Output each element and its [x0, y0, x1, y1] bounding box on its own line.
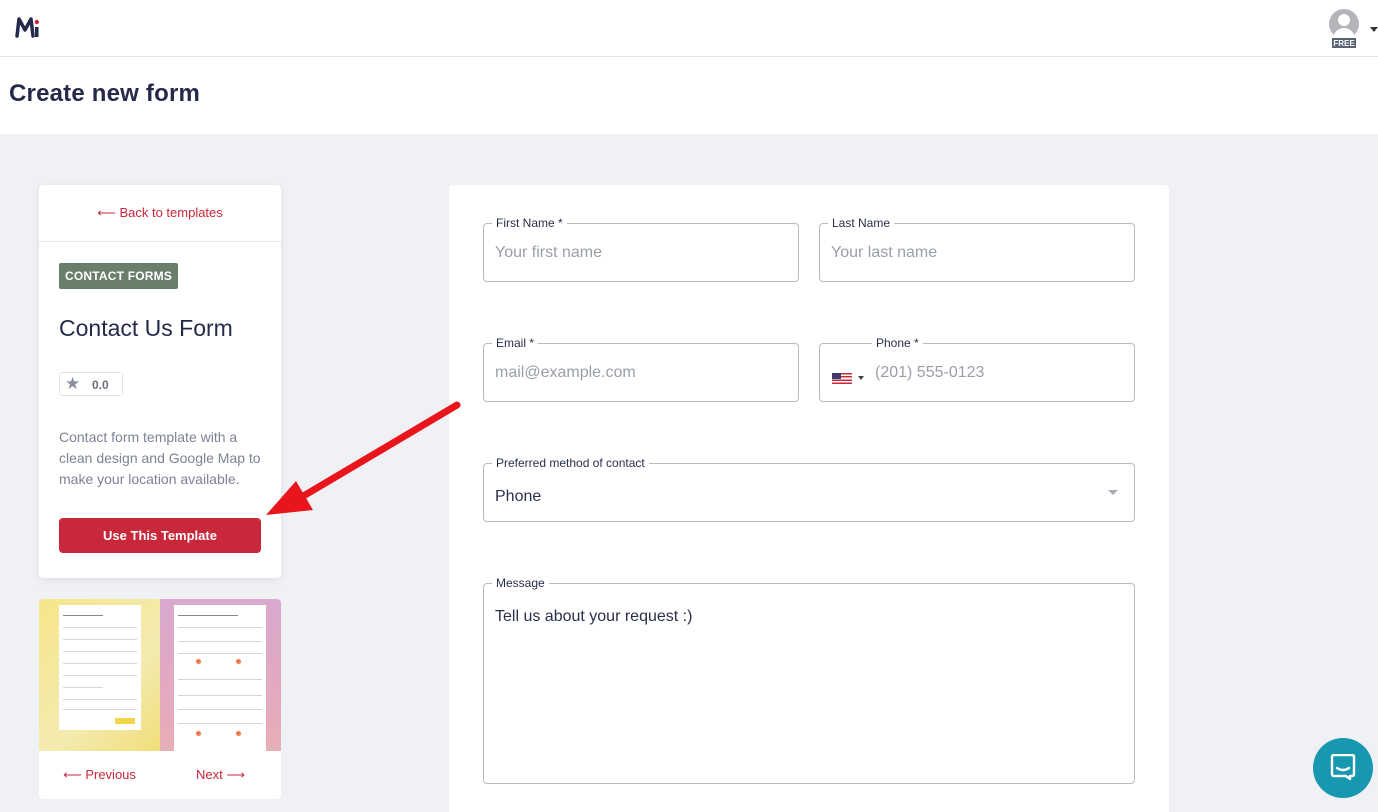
previous-template-link[interactable]: ⟵ Previous	[39, 751, 160, 799]
template-thumbnail-next[interactable]	[160, 599, 281, 751]
carousel-nav: ⟵ Previous Next ⟶	[39, 751, 281, 799]
rating-value: 0.0	[92, 378, 109, 392]
category-badge: CONTACT FORMS	[59, 263, 179, 289]
template-description: Contact form template with a clean desig…	[59, 429, 261, 487]
page-header	[0, 57, 1378, 134]
top-bar: FREE	[0, 0, 1378, 57]
last-name-field: Last Name	[819, 215, 1135, 282]
us-flag-icon[interactable]	[832, 373, 852, 384]
chat-launcher-button[interactable]	[1313, 738, 1373, 798]
phone-field: Phone *	[819, 335, 1135, 402]
next-template-link[interactable]: Next ⟶	[160, 751, 281, 799]
contact-method-select[interactable]: Preferred method of contact Phone	[483, 455, 1135, 522]
divider	[39, 241, 281, 242]
first-name-field: First Name *	[483, 215, 799, 282]
thumbnail-form-preview	[174, 605, 266, 751]
template-title: Contact Us Form	[59, 315, 233, 341]
back-to-templates-link[interactable]: ⟵ Back to templates	[39, 205, 281, 221]
message-label: Message	[492, 575, 549, 591]
app-logo[interactable]	[15, 14, 43, 42]
first-name-input[interactable]	[495, 224, 787, 281]
contact-method-label: Preferred method of contact	[492, 455, 649, 471]
thumbnail-form-preview	[59, 605, 141, 730]
plan-badge: FREE	[1331, 37, 1357, 49]
chat-icon	[1330, 754, 1356, 780]
last-name-input[interactable]	[831, 224, 1123, 281]
contact-method-value: Phone	[495, 488, 542, 505]
phone-input[interactable]	[875, 344, 1123, 401]
form-preview: First Name * Last Name Email * Phone * P…	[449, 185, 1169, 812]
message-textarea[interactable]	[495, 608, 1123, 773]
use-template-button[interactable]: Use This Template	[59, 518, 261, 553]
star-icon: ★	[65, 374, 81, 393]
template-carousel: ⟵ Previous Next ⟶	[39, 599, 281, 799]
message-field: Message	[483, 575, 1135, 784]
email-field: Email *	[483, 335, 799, 402]
chevron-down-icon[interactable]	[1370, 27, 1378, 32]
chevron-down-icon	[1108, 490, 1118, 495]
email-input[interactable]	[495, 344, 787, 401]
template-card: ⟵ Back to templates CONTACT FORMS Contac…	[39, 185, 281, 578]
chevron-down-icon[interactable]	[858, 376, 864, 380]
user-menu[interactable]: FREE	[1328, 9, 1360, 51]
avatar[interactable]	[1329, 9, 1359, 39]
page-title: Create new form	[9, 80, 201, 107]
rating-badge: ★ 0.0	[59, 372, 123, 396]
template-thumbnail-previous[interactable]	[39, 599, 160, 751]
